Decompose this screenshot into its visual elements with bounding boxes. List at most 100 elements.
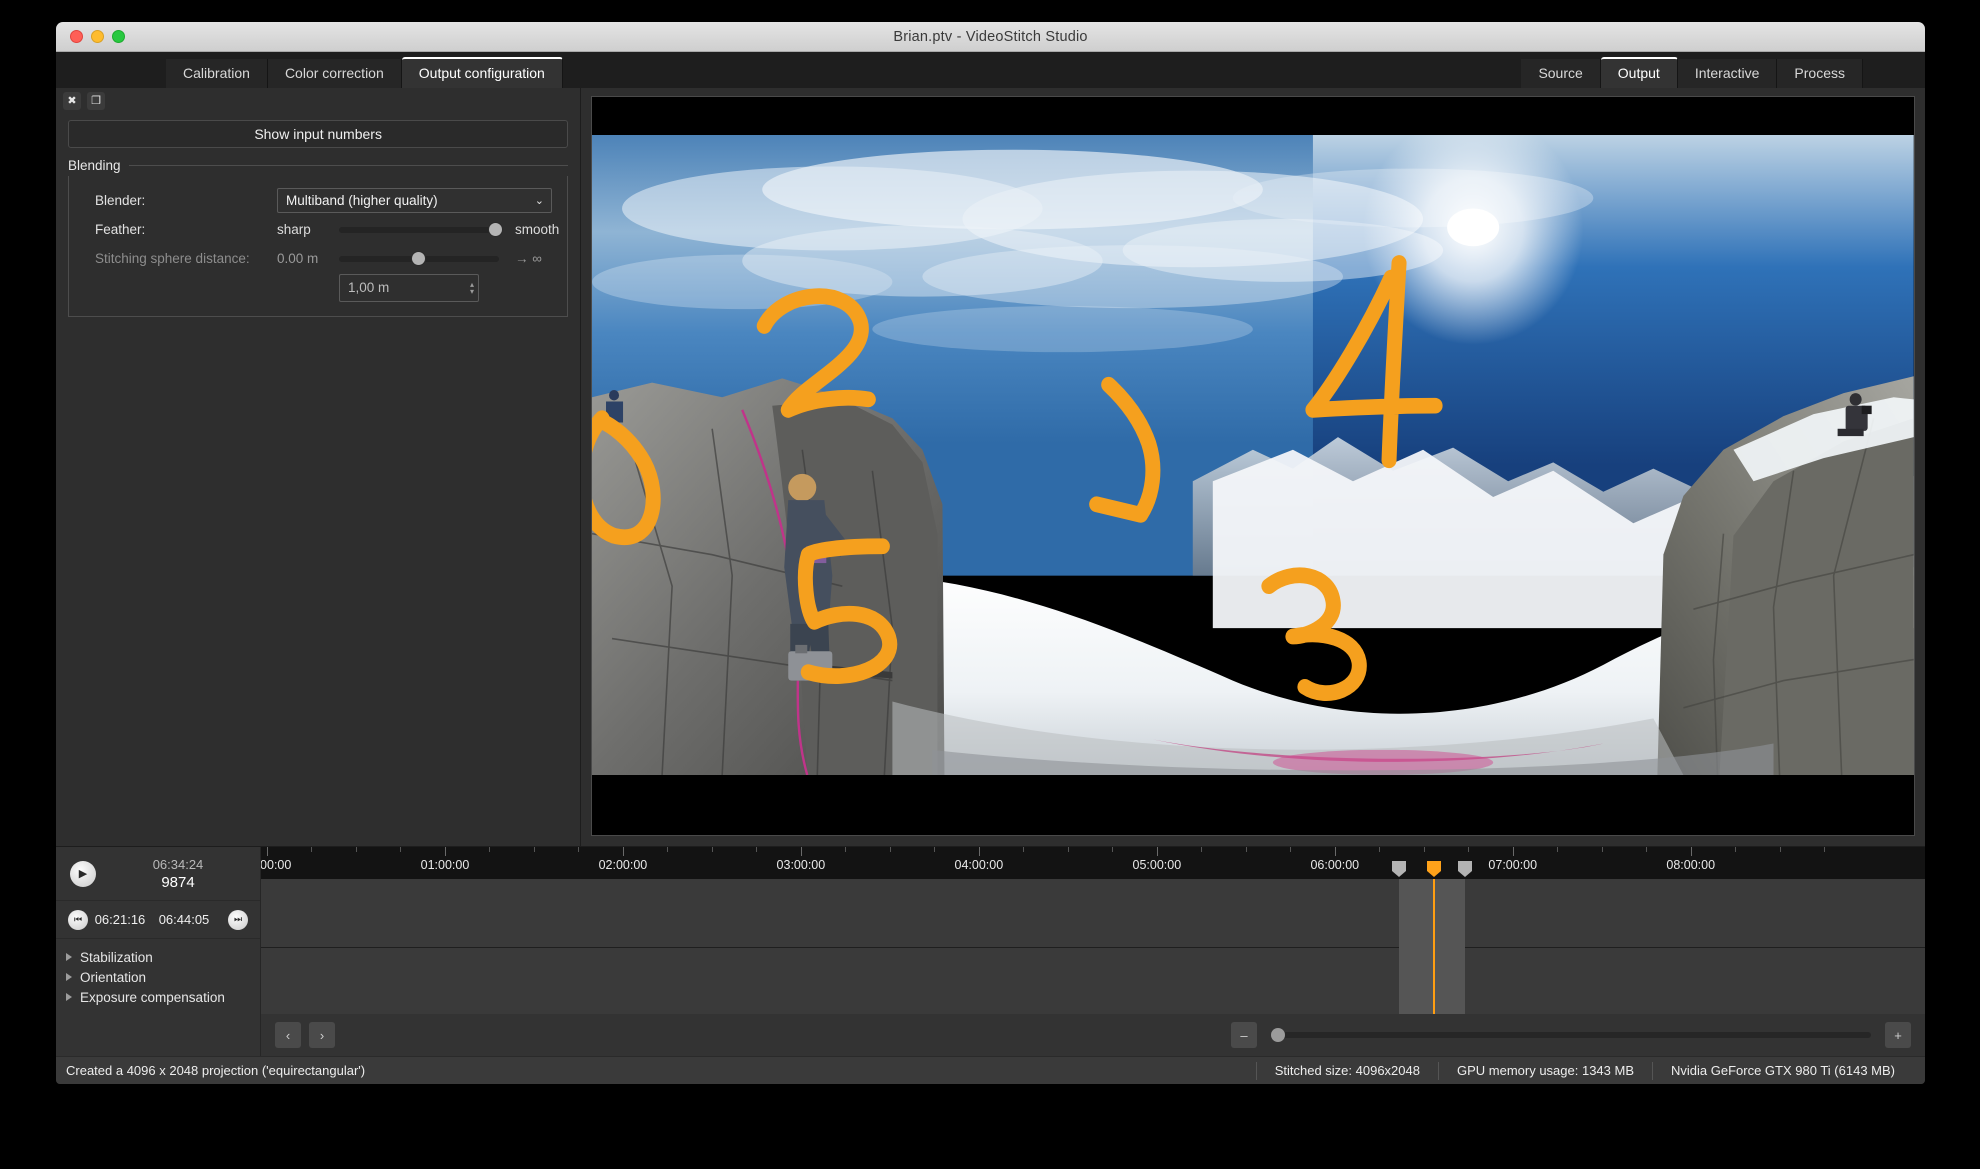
ruler-tick-minor — [1067, 847, 1069, 852]
sphere-input-row: 1,00 m ▴ ▾ — [77, 273, 559, 302]
range-in-value[interactable]: 06:21:16 — [88, 912, 152, 927]
timeline-selection-band[interactable] — [1398, 879, 1465, 1014]
mode-tabs: Source Output Interactive Process — [1521, 52, 1863, 88]
ruler-tick-minor — [489, 847, 491, 852]
ruler-label: 01:00:00 — [420, 858, 470, 872]
ruler-tick-minor — [1423, 847, 1425, 852]
tree-item-exposure-compensation[interactable]: Exposure compensation — [62, 987, 260, 1007]
tab-process[interactable]: Process — [1777, 59, 1863, 88]
tab-color-correction[interactable]: Color correction — [267, 59, 402, 88]
zoom-in-button[interactable]: + — [1885, 1022, 1911, 1048]
tree-item-label: Exposure compensation — [80, 989, 225, 1005]
ruler-tick-minor — [533, 847, 535, 852]
tab-output-configuration[interactable]: Output configuration — [401, 57, 563, 88]
blender-select[interactable]: Multiband (higher quality) ⌄ — [277, 188, 552, 213]
expand-triangle-icon[interactable] — [66, 973, 72, 981]
expand-triangle-icon[interactable] — [66, 953, 72, 961]
tree-item-label: Orientation — [80, 969, 147, 985]
tab-source[interactable]: Source — [1521, 59, 1601, 88]
ruler-tick-minor — [711, 847, 713, 852]
show-input-numbers-button[interactable]: Show input numbers — [68, 120, 569, 148]
feather-slider-track — [339, 226, 499, 233]
play-button[interactable]: ▶ — [70, 860, 96, 887]
timeline: ▶ 06:34:24 9874 ⏮ 06:21:16 06:44:05 ⏭ St… — [56, 846, 1925, 1056]
feather-row: Feather: sharp smooth — [77, 215, 559, 244]
go-to-start-button[interactable]: ⏮ — [68, 909, 88, 930]
ruler-tick-minor — [1290, 847, 1292, 852]
panel-tabs: Calibration Color correction Output conf… — [166, 52, 563, 88]
ruler-tick-major — [1690, 847, 1692, 856]
group-divider — [128, 165, 569, 166]
zoom-controls: – + — [1231, 1022, 1911, 1048]
ruler-label: 05:00:00 — [1132, 858, 1182, 872]
range-in-marker[interactable] — [1391, 861, 1406, 877]
ruler-tick-major — [1334, 847, 1336, 856]
sphere-slider-handle[interactable] — [412, 252, 425, 265]
ruler-label: 03:00:00 — [776, 858, 826, 872]
stepper-down-icon[interactable]: ▾ — [470, 287, 474, 295]
blender-row: Blender: Multiband (higher quality) ⌄ — [77, 186, 559, 215]
panorama-image[interactable] — [592, 135, 1914, 775]
sphere-distance-slider[interactable] — [339, 249, 499, 269]
ruler-label: 02:00:00 — [598, 858, 648, 872]
tab-output[interactable]: Output — [1600, 57, 1678, 88]
ruler-tick-minor — [1201, 847, 1203, 852]
nav-prev-button[interactable]: ‹ — [275, 1022, 301, 1048]
timeline-zoom-slider[interactable] — [1271, 1026, 1871, 1044]
ruler-tick-minor — [578, 847, 580, 852]
output-configuration-panel: ✖ ❐ Show input numbers Blending Blender:… — [56, 88, 582, 846]
ruler-tick-minor — [400, 847, 402, 852]
current-position: 06:34:24 9874 — [96, 857, 260, 891]
ruler-tick-minor — [1779, 847, 1781, 852]
stepper-arrows[interactable]: ▴ ▾ — [470, 280, 474, 295]
status-bar: Created a 4096 x 2048 projection ('equir… — [56, 1056, 1925, 1084]
ruler-tick-minor — [889, 847, 891, 852]
sphere-distance-stepper[interactable]: 1,00 m ▴ ▾ — [339, 273, 479, 302]
ruler-tick-minor — [1379, 847, 1381, 852]
ruler-tick-major — [800, 847, 802, 856]
ruler-tick-minor — [1245, 847, 1247, 852]
range-out-marker[interactable] — [1457, 861, 1472, 877]
tab-interactive[interactable]: Interactive — [1677, 59, 1778, 88]
playhead-line[interactable] — [1433, 879, 1436, 1014]
sphere-distance-input-value[interactable]: 1,00 m — [348, 280, 389, 295]
preview-area — [581, 88, 1925, 846]
zoom-slider-handle[interactable] — [1271, 1028, 1285, 1042]
range-row: ⏮ 06:21:16 06:44:05 ⏭ — [56, 901, 260, 939]
detach-panel-icon[interactable]: ❐ — [87, 92, 105, 110]
feather-slider[interactable] — [339, 220, 502, 240]
timeline-ruler[interactable]: 00:00:00 01:00:00 02:00:00 03:00:00 04:00:00… — [261, 847, 1925, 879]
ruler-tick-minor — [1646, 847, 1648, 852]
timeline-controls: ▶ 06:34:24 9874 ⏮ 06:21:16 06:44:05 ⏭ St… — [56, 847, 261, 1056]
tree-item-stabilization[interactable]: Stabilization — [62, 947, 260, 967]
feather-slider-handle[interactable] — [488, 223, 502, 236]
range-out-value[interactable]: 06:44:05 — [152, 912, 216, 927]
blending-group-header: Blending — [68, 158, 569, 173]
expand-triangle-icon[interactable] — [66, 993, 72, 1001]
close-panel-icon[interactable]: ✖ — [63, 92, 81, 110]
tab-calibration[interactable]: Calibration — [166, 59, 268, 88]
ruler-tick-minor — [1824, 847, 1826, 852]
playhead-marker[interactable] — [1427, 861, 1442, 877]
go-to-end-button[interactable]: ⏭ — [228, 909, 248, 930]
ruler-tick-major — [1512, 847, 1514, 856]
zoom-out-button[interactable]: – — [1231, 1022, 1257, 1048]
current-frame: 9874 — [161, 873, 195, 891]
ruler-tick-major — [1156, 847, 1158, 856]
ruler-label: 06:00:00 — [1310, 858, 1360, 872]
ruler-tick-minor — [311, 847, 313, 852]
nav-next-button[interactable]: › — [309, 1022, 335, 1048]
blending-group-body: Blender: Multiband (higher quality) ⌄ Fe… — [68, 176, 569, 317]
ruler-tick-major — [267, 847, 268, 856]
timeline-tree: Stabilization Orientation Exposure compe… — [56, 939, 260, 1007]
status-gpu-name: Nvidia GeForce GTX 980 Ti (6143 MB) — [1652, 1061, 1925, 1080]
blender-label: Blender: — [95, 193, 146, 208]
timeline-tracks[interactable] — [261, 879, 1925, 1014]
timeline-footer: ‹ › – + — [261, 1014, 1925, 1056]
ruler-tick-minor — [1557, 847, 1559, 852]
sphere-distance-label: Stitching sphere distance: — [95, 251, 250, 266]
sphere-distance-row: Stitching sphere distance: 0.00 m → ∞ — [77, 244, 559, 273]
preview-canvas[interactable] — [591, 96, 1915, 836]
sphere-infinity-label: → ∞ — [515, 251, 542, 266]
tree-item-orientation[interactable]: Orientation — [62, 967, 260, 987]
